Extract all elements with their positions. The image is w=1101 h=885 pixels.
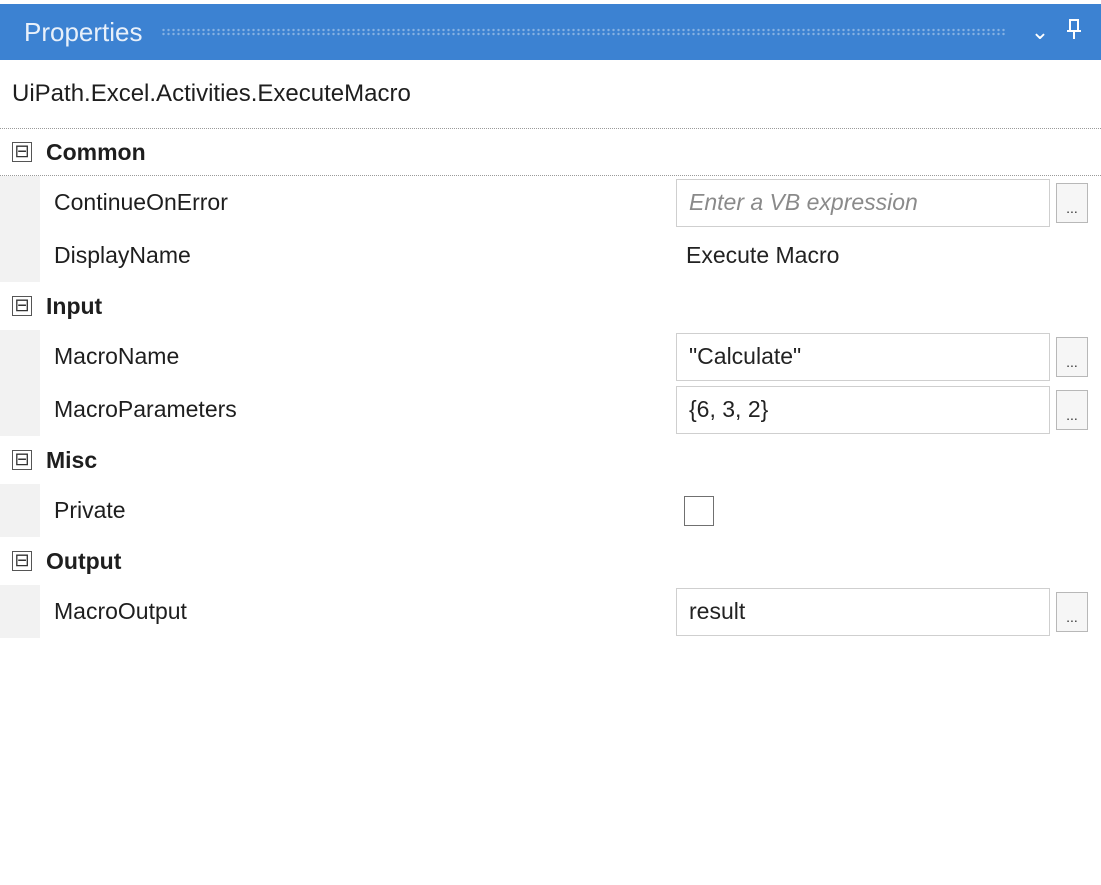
collapse-input-toggle[interactable]: ⊟ (12, 296, 32, 316)
property-name: DisplayName (54, 242, 191, 268)
continue-on-error-input[interactable]: Enter a VB expression (676, 178, 1050, 227)
row-gutter (0, 585, 40, 638)
property-row-macro-name: MacroName "Calculate" ... (0, 330, 1101, 383)
row-gutter (0, 176, 40, 229)
panel-title: Properties (24, 16, 143, 47)
property-value: Execute Macro (676, 229, 1101, 282)
row-gutter (0, 383, 40, 436)
pin-icon-glyph (1067, 19, 1081, 39)
property-name: Private (54, 497, 126, 523)
category-output: ⊟ Output (0, 537, 1101, 585)
collapse-output-toggle[interactable]: ⊟ (12, 551, 32, 571)
property-row-private: Private (0, 484, 1101, 537)
property-row-macro-output: MacroOutput result ... (0, 585, 1101, 638)
category-label: Input (46, 292, 103, 319)
category-label: Output (46, 547, 122, 574)
property-value: result ... (676, 585, 1101, 638)
category-input: ⊟ Input (0, 282, 1101, 330)
macro-output-ellipsis-button[interactable]: ... (1056, 591, 1088, 632)
property-name: ContinueOnError (54, 189, 228, 215)
chevron-down-icon[interactable]: ⌄ (1023, 19, 1057, 45)
property-name: MacroOutput (54, 598, 187, 624)
title-bar-grip[interactable] (160, 28, 1005, 36)
macro-parameters-input[interactable]: {6, 3, 2} (676, 385, 1050, 434)
row-gutter (0, 330, 40, 383)
collapse-common-toggle[interactable]: ⊟ (12, 142, 32, 162)
category-misc: ⊟ Misc (0, 436, 1101, 484)
display-name-value[interactable]: Execute Macro (676, 242, 839, 269)
properties-title-bar: Properties ⌄ (0, 4, 1101, 60)
row-gutter (0, 484, 40, 537)
macro-output-input[interactable]: result (676, 587, 1050, 636)
property-value (676, 484, 1101, 537)
category-label: Misc (46, 446, 98, 473)
row-gutter (0, 229, 40, 282)
activity-type-name: UiPath.Excel.Activities.ExecuteMacro (12, 80, 411, 107)
property-row-continue-on-error: ContinueOnError Enter a VB expression ..… (0, 176, 1101, 229)
property-row-macro-parameters: MacroParameters {6, 3, 2} ... (0, 383, 1101, 436)
macro-name-input[interactable]: "Calculate" (676, 332, 1050, 381)
macro-name-ellipsis-button[interactable]: ... (1056, 336, 1088, 377)
collapse-misc-toggle[interactable]: ⊟ (12, 450, 32, 470)
property-name: MacroParameters (54, 396, 237, 422)
macro-parameters-ellipsis-button[interactable]: ... (1056, 389, 1088, 430)
property-row-display-name: DisplayName Execute Macro (0, 229, 1101, 282)
private-checkbox[interactable] (684, 495, 714, 526)
property-name: MacroName (54, 343, 180, 369)
property-grid: ⊟ Common ContinueOnError Enter a VB expr… (0, 128, 1101, 638)
category-label: Common (46, 138, 146, 165)
pin-icon[interactable] (1057, 18, 1091, 46)
property-value: Enter a VB expression ... (676, 176, 1101, 229)
continue-on-error-ellipsis-button[interactable]: ... (1056, 182, 1088, 223)
property-value: {6, 3, 2} ... (676, 383, 1101, 436)
property-value: "Calculate" ... (676, 330, 1101, 383)
category-common: ⊟ Common (0, 128, 1101, 176)
